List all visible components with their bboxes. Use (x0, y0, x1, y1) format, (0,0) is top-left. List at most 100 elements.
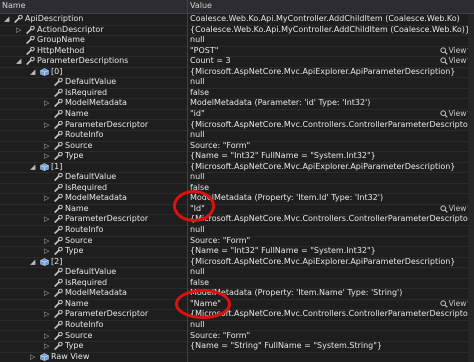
collapsed-triangle-icon[interactable]: ▷ (44, 332, 52, 340)
row-value[interactable]: ModelMetadata (Parameter: 'id' Type: 'In… (190, 98, 370, 107)
row-value[interactable]: ModelMetadata (Property: 'Item.Id' Type:… (190, 193, 383, 202)
wrench-icon (14, 14, 23, 23)
row-value[interactable]: null (190, 225, 205, 234)
row-name: ParameterDescriptions (37, 56, 129, 66)
row-value[interactable]: "Name" (190, 299, 221, 308)
row-name: DefaultValue (65, 267, 117, 277)
collapsed-triangle-icon[interactable]: ▷ (44, 342, 52, 350)
row-name: DefaultValue (65, 77, 117, 87)
row-value[interactable]: {Microsoft.AspNetCore.Mvc.Controllers.Co… (190, 309, 474, 318)
wrench-icon (26, 25, 35, 34)
row-name: ModelMetadata (65, 193, 127, 203)
row-value[interactable]: Count = 3 (190, 56, 231, 65)
collapsed-triangle-icon[interactable]: ▷ (44, 194, 52, 202)
expanded-triangle-icon[interactable]: ◢ (30, 163, 38, 171)
wrench-icon (54, 267, 63, 276)
name-column-header[interactable]: Name (2, 1, 26, 10)
row-name: IsRequired (65, 87, 108, 97)
row-value[interactable]: null (190, 35, 205, 44)
value-column-header[interactable]: Value (190, 1, 212, 10)
row-value[interactable]: Coalesce.Web.Ko.Api.MyController.AddChil… (190, 14, 460, 23)
collapsed-triangle-icon[interactable]: ▷ (44, 310, 52, 318)
collapsed-triangle-icon[interactable]: ▷ (44, 152, 52, 160)
vertical-scrollbar[interactable] (468, 14, 474, 362)
magnifier-icon (439, 205, 448, 213)
expanded-triangle-icon[interactable]: ◢ (30, 68, 38, 76)
wrench-icon (54, 99, 63, 108)
row-name: Raw View (51, 351, 90, 361)
expanded-triangle-icon[interactable]: ◢ (16, 57, 24, 65)
wrench-icon (54, 320, 63, 329)
tree-row[interactable]: ▷ Raw View (0, 352, 474, 362)
row-name: [0] (51, 66, 63, 76)
row-value[interactable]: null (190, 267, 205, 276)
row-name: [1] (51, 161, 63, 171)
wrench-icon (54, 88, 63, 97)
wrench-icon (54, 141, 63, 150)
row-value[interactable]: {Microsoft.AspNetCore.Mvc.ApiExplorer.Ap… (190, 257, 455, 266)
row-name: RouteInfo (65, 130, 104, 140)
row-name: HttpMethod (37, 45, 85, 55)
collapsed-triangle-icon[interactable]: ▷ (44, 237, 52, 245)
expanded-triangle-icon[interactable]: ◢ (4, 15, 12, 23)
row-value[interactable]: Source: "Form" (190, 236, 250, 245)
row-value[interactable]: {Microsoft.AspNetCore.Mvc.Controllers.Co… (190, 214, 474, 223)
collapsed-triangle-icon[interactable]: ▷ (44, 99, 52, 107)
wrench-icon (54, 215, 63, 224)
row-value[interactable]: {Name = "Int32" FullName = "System.Int32… (190, 151, 376, 160)
row-name: [2] (51, 256, 63, 266)
cube-icon (40, 67, 49, 76)
row-value[interactable]: {Coalesce.Web.Ko.Api.MyController.AddChi… (190, 25, 470, 34)
row-name: Source (65, 330, 93, 340)
row-value[interactable]: null (190, 320, 205, 329)
row-name: Type (65, 151, 84, 161)
column-divider[interactable] (187, 0, 188, 362)
magnifier-icon (439, 57, 448, 65)
row-value[interactable]: {Name = "String" FullName = "System.Stri… (190, 341, 382, 350)
row-value[interactable]: "id" (190, 109, 205, 118)
row-name: ApiDescription (25, 14, 84, 23)
row-value[interactable]: {Microsoft.AspNetCore.Mvc.Controllers.Co… (190, 120, 474, 129)
wrench-icon (54, 236, 63, 245)
wrench-icon (54, 310, 63, 319)
wrench-icon (54, 172, 63, 182)
collapsed-triangle-icon[interactable]: ▷ (44, 142, 52, 150)
row-name: IsRequired (65, 277, 108, 287)
collapsed-triangle-icon[interactable]: ▷ (44, 121, 52, 129)
row-name: ParameterDescriptor (65, 119, 149, 129)
collapsed-triangle-icon[interactable]: ▷ (44, 215, 52, 223)
row-value[interactable]: ModelMetadata (Property: 'Item.Name' Typ… (190, 288, 402, 297)
row-name: Name (65, 203, 89, 213)
row-value[interactable]: null (190, 77, 205, 86)
row-name: DefaultValue (65, 172, 117, 182)
row-value[interactable]: Source: "Form" (190, 331, 250, 340)
magnifier-icon (439, 300, 448, 308)
row-name: RouteInfo (65, 319, 104, 329)
collapsed-triangle-icon[interactable]: ▷ (44, 247, 52, 255)
row-value[interactable]: null (190, 172, 205, 181)
wrench-icon (54, 288, 63, 298)
row-value[interactable]: "Id" (190, 204, 205, 213)
row-value[interactable]: null (190, 130, 205, 139)
row-value[interactable]: Source: "Form" (190, 141, 250, 150)
view-label: View (448, 45, 467, 55)
wrench-icon (54, 193, 63, 203)
row-value[interactable]: {Microsoft.AspNetCore.Mvc.ApiExplorer.Ap… (190, 162, 455, 171)
wrench-icon (54, 331, 63, 340)
row-value[interactable]: false (190, 88, 209, 97)
row-value[interactable]: {Name = "Int32" FullName = "System.Int32… (190, 246, 376, 255)
magnifier-icon (439, 47, 448, 55)
row-value[interactable]: "POST" (190, 46, 218, 55)
row-value[interactable]: {Microsoft.AspNetCore.Mvc.ApiExplorer.Ap… (190, 67, 455, 76)
row-name: GroupName (37, 35, 85, 45)
column-header: Name Value (0, 0, 474, 14)
collapsed-triangle-icon[interactable]: ▷ (44, 289, 52, 297)
cube-icon (40, 162, 49, 171)
collapsed-triangle-icon[interactable]: ▷ (16, 26, 24, 34)
row-value[interactable]: false (190, 278, 209, 287)
wrench-icon (26, 56, 35, 65)
row-value[interactable]: false (190, 183, 209, 192)
expanded-triangle-icon[interactable]: ◢ (30, 258, 38, 266)
row-name: RouteInfo (65, 225, 104, 234)
collapsed-triangle-icon[interactable]: ▷ (30, 353, 38, 361)
